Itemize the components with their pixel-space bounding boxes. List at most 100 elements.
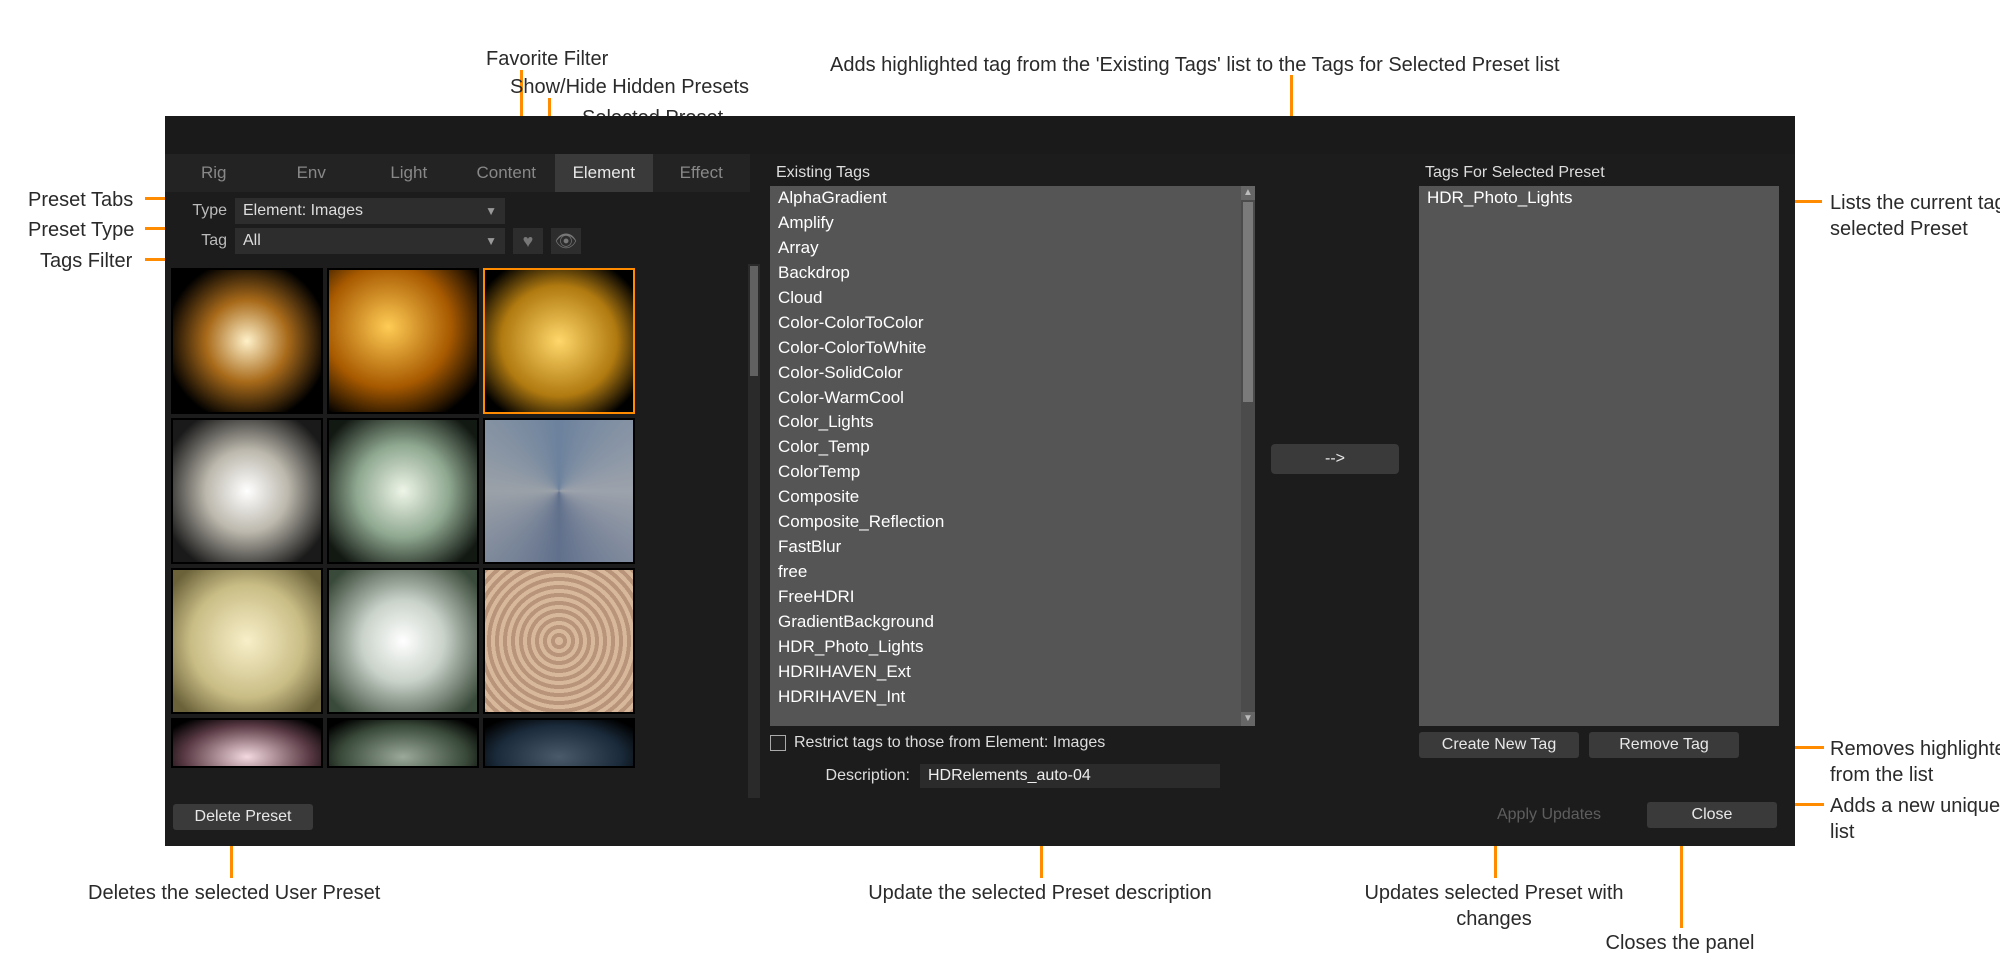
anno-preset-type: Preset Type xyxy=(28,217,134,243)
favorite-filter-button[interactable]: ♥ xyxy=(513,228,543,254)
tag-row-item[interactable]: FastBlur xyxy=(770,535,1255,560)
type-value: Element: Images xyxy=(243,202,363,220)
type-dropdown[interactable]: Element: Images ▼ xyxy=(235,198,505,224)
chevron-down-icon: ▼ xyxy=(485,234,497,248)
preset-thumbnail-selected[interactable] xyxy=(483,268,635,414)
tag-row-item[interactable]: Color_Lights xyxy=(770,410,1255,435)
delete-preset-wrap: Delete Preset xyxy=(173,804,313,830)
anno-showhide: Show/Hide Hidden Presets xyxy=(510,74,749,100)
create-new-tag-button[interactable]: Create New Tag xyxy=(1419,732,1579,758)
type-label: Type xyxy=(177,202,227,220)
selected-tags-list[interactable]: HDR_Photo_Lights xyxy=(1419,186,1779,726)
tag-row-item[interactable]: Color-SolidColor xyxy=(770,361,1255,386)
preset-tabs: Rig Env Light Content Element Effect xyxy=(165,154,750,192)
grid-scrollbar[interactable] xyxy=(748,264,760,798)
chevron-down-icon: ▼ xyxy=(485,204,497,218)
description-row: Description: HDRelements_auto-04 xyxy=(770,762,1220,790)
preset-thumbnail[interactable] xyxy=(327,568,479,714)
tag-row-item[interactable]: Backdrop xyxy=(770,261,1255,286)
tag-row-item[interactable]: HDR_Photo_Lights xyxy=(770,635,1255,660)
existing-tags-header: Existing Tags xyxy=(770,162,1255,186)
tag-row-item[interactable]: Color-ColorToWhite xyxy=(770,336,1255,361)
preset-thumbnail[interactable] xyxy=(483,418,635,564)
tag-row-item[interactable]: free xyxy=(770,560,1255,585)
anno-updates-preset: Updates selected Preset with changes xyxy=(1364,880,1624,932)
anno-lists-current: Lists the current tags for the selected … xyxy=(1830,190,2000,242)
filter-rows: Type Element: Images ▼ Tag All ▼ ♥ 👁 xyxy=(165,192,750,258)
leader xyxy=(1680,838,1683,928)
preset-thumbnail[interactable] xyxy=(483,718,635,768)
selected-tags-panel: Tags For Selected Preset HDR_Photo_Light… xyxy=(1419,162,1779,726)
anno-update-desc: Update the selected Preset description xyxy=(830,880,1250,906)
tag-row-item[interactable]: AlphaGradient xyxy=(770,186,1255,211)
scrollbar-thumb[interactable] xyxy=(1243,202,1253,402)
tag-row-item[interactable]: HDRIHAVEN_Ext xyxy=(770,660,1255,685)
anno-closes-panel: Closes the panel xyxy=(1580,930,1780,956)
preset-thumbnail[interactable] xyxy=(327,718,479,768)
tag-buttons: Create New Tag Remove Tag xyxy=(1419,732,1739,758)
selected-tags-header: Tags For Selected Preset xyxy=(1419,162,1779,186)
tag-row-item[interactable]: Composite xyxy=(770,485,1255,510)
anno-add-tag: Adds highlighted tag from the 'Existing … xyxy=(830,52,1710,78)
tag-row-item[interactable]: ColorTemp xyxy=(770,460,1255,485)
scrollbar-thumb[interactable] xyxy=(750,266,758,376)
tag-row-item[interactable]: Color-ColorToColor xyxy=(770,311,1255,336)
tag-row-item[interactable]: GradientBackground xyxy=(770,610,1255,635)
existing-tags-panel: Existing Tags AlphaGradient Amplify Arra… xyxy=(770,162,1255,726)
type-row: Type Element: Images ▼ xyxy=(165,196,750,226)
tag-row-item[interactable]: HDRIHAVEN_Int xyxy=(770,685,1255,710)
preset-grid-wrap xyxy=(165,264,760,798)
scroll-up-icon[interactable]: ▲ xyxy=(1241,186,1255,200)
preset-thumbnail[interactable] xyxy=(171,418,323,564)
existing-tags-list[interactable]: AlphaGradient Amplify Array Backdrop Clo… xyxy=(770,186,1255,726)
show-hide-hidden-button[interactable]: 👁 xyxy=(551,228,581,254)
tab-light[interactable]: Light xyxy=(360,154,458,192)
scroll-down-icon[interactable]: ▼ xyxy=(1241,712,1255,726)
anno-removes-tag: Removes highlighted tag from the list xyxy=(1830,736,2000,788)
preset-thumbnail[interactable] xyxy=(327,418,479,564)
preset-management-panel: Rig Env Light Content Element Effect Typ… xyxy=(165,116,1795,846)
tag-row-item[interactable]: Color-WarmCool xyxy=(770,386,1255,411)
tag-row-item[interactable]: Composite_Reflection xyxy=(770,510,1255,535)
add-tag-arrow-button[interactable]: --> xyxy=(1271,444,1399,474)
tag-dropdown[interactable]: All ▼ xyxy=(235,228,505,254)
panel-body: Rig Env Light Content Element Effect Typ… xyxy=(165,154,1795,846)
tag-row-item[interactable]: Array xyxy=(770,236,1255,261)
remove-tag-button[interactable]: Remove Tag xyxy=(1589,732,1739,758)
tab-env[interactable]: Env xyxy=(263,154,361,192)
tag-value: All xyxy=(243,232,261,250)
restrict-checkbox[interactable] xyxy=(770,735,786,751)
preset-thumbnail[interactable] xyxy=(171,268,323,414)
tab-rig[interactable]: Rig xyxy=(165,154,263,192)
anno-favorite-filter: Favorite Filter xyxy=(486,46,608,72)
tag-label: Tag xyxy=(177,232,227,250)
preset-thumbnail[interactable] xyxy=(483,568,635,714)
bottom-right-buttons: Apply Updates Close xyxy=(1479,802,1777,828)
tag-row: Tag All ▼ ♥ 👁 xyxy=(165,226,750,256)
description-input[interactable]: HDRelements_auto-04 xyxy=(920,764,1220,788)
heart-icon: ♥ xyxy=(523,231,534,252)
tab-element[interactable]: Element xyxy=(555,154,653,192)
tag-row-item[interactable]: Cloud xyxy=(770,286,1255,311)
anno-tags-filter: Tags Filter xyxy=(40,248,132,274)
apply-updates-button[interactable]: Apply Updates xyxy=(1479,802,1619,828)
delete-preset-button[interactable]: Delete Preset xyxy=(173,804,313,830)
anno-delete-preset: Deletes the selected User Preset xyxy=(88,880,380,906)
tag-row-item[interactable]: FreeHDRI xyxy=(770,585,1255,610)
anno-preset-tabs: Preset Tabs xyxy=(28,187,133,213)
tab-content[interactable]: Content xyxy=(458,154,556,192)
description-label: Description: xyxy=(770,767,910,785)
preset-grid xyxy=(165,264,748,798)
preset-thumbnail[interactable] xyxy=(327,268,479,414)
eye-slash-icon: 👁 xyxy=(555,231,578,252)
tag-row-item[interactable]: Color_Temp xyxy=(770,435,1255,460)
tab-effect[interactable]: Effect xyxy=(653,154,751,192)
preset-thumbnail[interactable] xyxy=(171,568,323,714)
close-button[interactable]: Close xyxy=(1647,802,1777,828)
tag-row-item[interactable]: Amplify xyxy=(770,211,1255,236)
existing-tags-scrollbar[interactable]: ▲ ▼ xyxy=(1241,186,1255,726)
restrict-checkbox-row: Restrict tags to those from Element: Ima… xyxy=(770,730,1105,756)
selected-tag-item[interactable]: HDR_Photo_Lights xyxy=(1419,186,1779,211)
anno-adds-unique: Adds a new unique tag to the list xyxy=(1830,793,2000,845)
preset-thumbnail[interactable] xyxy=(171,718,323,768)
